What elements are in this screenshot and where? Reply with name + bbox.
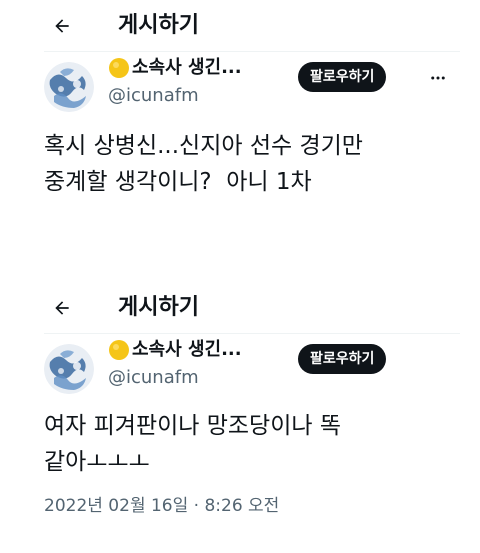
avatar-image [44,62,94,112]
page-top-gap [0,0,480,8]
user-handle[interactable]: @icunafm [108,366,199,390]
more-icon [431,76,445,80]
post-screenshot-1: 게시하기 소속사 생긴... @icunafm 팔로우하기 혹시 상병신...신… [0,8,480,290]
post-header-bar: 게시하기 [0,8,480,52]
display-name: 소속사 생긴... [132,57,242,78]
avatar[interactable] [44,344,94,394]
avatar[interactable] [44,62,94,112]
timestamp[interactable]: 2022년 02월 16일 · 8:26 오전 [0,494,480,518]
back-arrow-icon [55,301,69,315]
follow-button[interactable]: 팔로우하기 [298,344,387,374]
display-name-wrap[interactable]: 소속사 생긴... [108,338,242,362]
follow-button[interactable]: 팔로우하기 [298,62,387,92]
user-handle[interactable]: @icunafm [108,84,199,108]
author-row: 소속사 생긴... @icunafm 팔로우하기 [0,334,480,404]
yellow-circle-emoji-icon [108,57,130,79]
back-arrow-icon [55,19,69,33]
avatar-image [44,344,94,394]
post-header-bar: 게시하기 [0,290,480,334]
page-title: 게시하기 [118,13,199,38]
yellow-circle-emoji-icon [108,339,130,361]
tweet-text: 여자 피겨판이나 망조당이나 똑 같아ㅗㅗㅗ [44,413,342,475]
back-button[interactable] [42,292,82,324]
display-name: 소속사 생긴... [132,339,242,360]
post-screenshot-2: 게시하기 소속사 생긴... @icunafm 팔로우하기 여자 피겨판이나 망… [0,290,480,518]
author-row: 소속사 생긴... @icunafm 팔로우하기 [0,52,480,122]
tweet-text: 혹시 상병신...신지아 선수 경기만 중계할 생각이니? 아니 1차 [44,133,363,195]
page-title: 게시하기 [118,295,199,320]
back-button[interactable] [42,10,82,42]
display-name-wrap[interactable]: 소속사 생긴... [108,56,242,80]
more-options-button[interactable] [426,66,450,90]
